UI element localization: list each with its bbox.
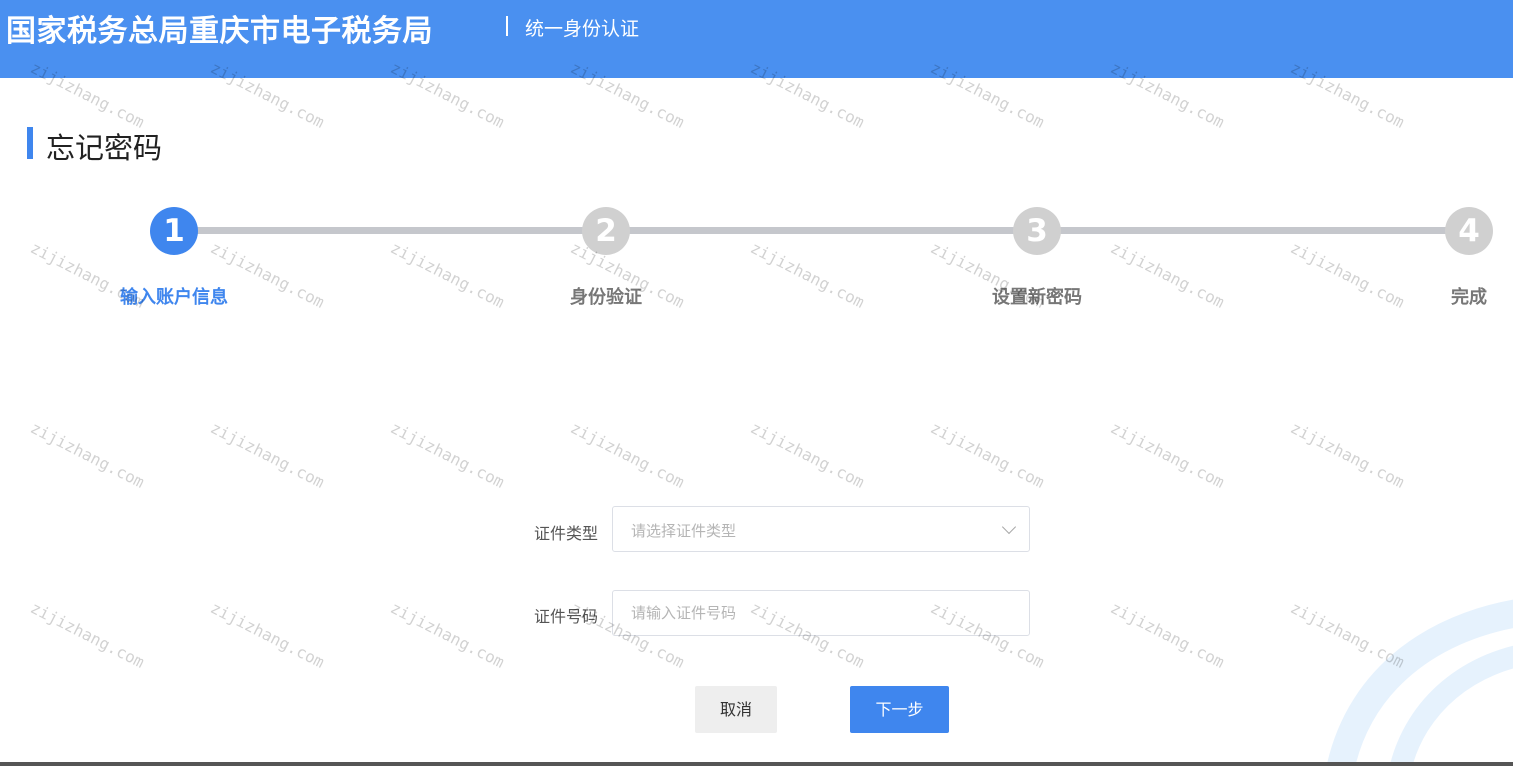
watermark: zijizhang.com <box>27 598 148 672</box>
watermark: zijizhang.com <box>927 418 1048 492</box>
step-4-circle: 4 <box>1445 207 1493 255</box>
watermark: zijizhang.com <box>27 418 148 492</box>
id-type-placeholder: 请选择证件类型 <box>631 522 737 540</box>
id-type-label: 证件类型 <box>534 524 599 543</box>
watermark: zijizhang.com <box>387 418 508 492</box>
id-number-field[interactable] <box>612 590 1030 636</box>
step-3-label: 设置新密码 <box>992 287 1082 308</box>
watermark: zijizhang.com <box>747 418 868 492</box>
watermark: zijizhang.com <box>387 598 508 672</box>
step-2-circle: 2 <box>582 207 630 255</box>
step-connector-1 <box>174 227 606 234</box>
progress-steps: 1 2 3 4 输入账户信息 身份验证 设置新密码 完成 <box>0 0 1513 320</box>
watermark: zijizhang.com <box>1107 598 1228 672</box>
step-connector-3 <box>1037 227 1469 234</box>
decorative-arc-graphic <box>1300 580 1513 766</box>
step-connector-2 <box>606 227 1037 234</box>
id-number-input[interactable] <box>613 591 1029 635</box>
watermark: zijizhang.com <box>207 418 328 492</box>
step-4-label: 完成 <box>1451 287 1487 308</box>
id-type-select[interactable]: 请选择证件类型 <box>612 506 1030 552</box>
next-button[interactable]: 下一步 <box>850 686 949 733</box>
step-3-circle: 3 <box>1013 207 1061 255</box>
id-number-label: 证件号码 <box>534 607 599 626</box>
cancel-button[interactable]: 取消 <box>695 686 777 733</box>
watermark: zijizhang.com <box>567 418 688 492</box>
watermark: zijizhang.com <box>1107 418 1228 492</box>
chevron-down-icon <box>1001 519 1017 535</box>
watermark: zijizhang.com <box>207 598 328 672</box>
watermark: zijizhang.com <box>1287 418 1408 492</box>
step-1-label: 输入账户信息 <box>120 287 228 308</box>
step-2-label: 身份验证 <box>570 287 642 308</box>
step-1-circle: 1 <box>150 207 198 255</box>
bottom-edge-bar <box>0 762 1513 766</box>
